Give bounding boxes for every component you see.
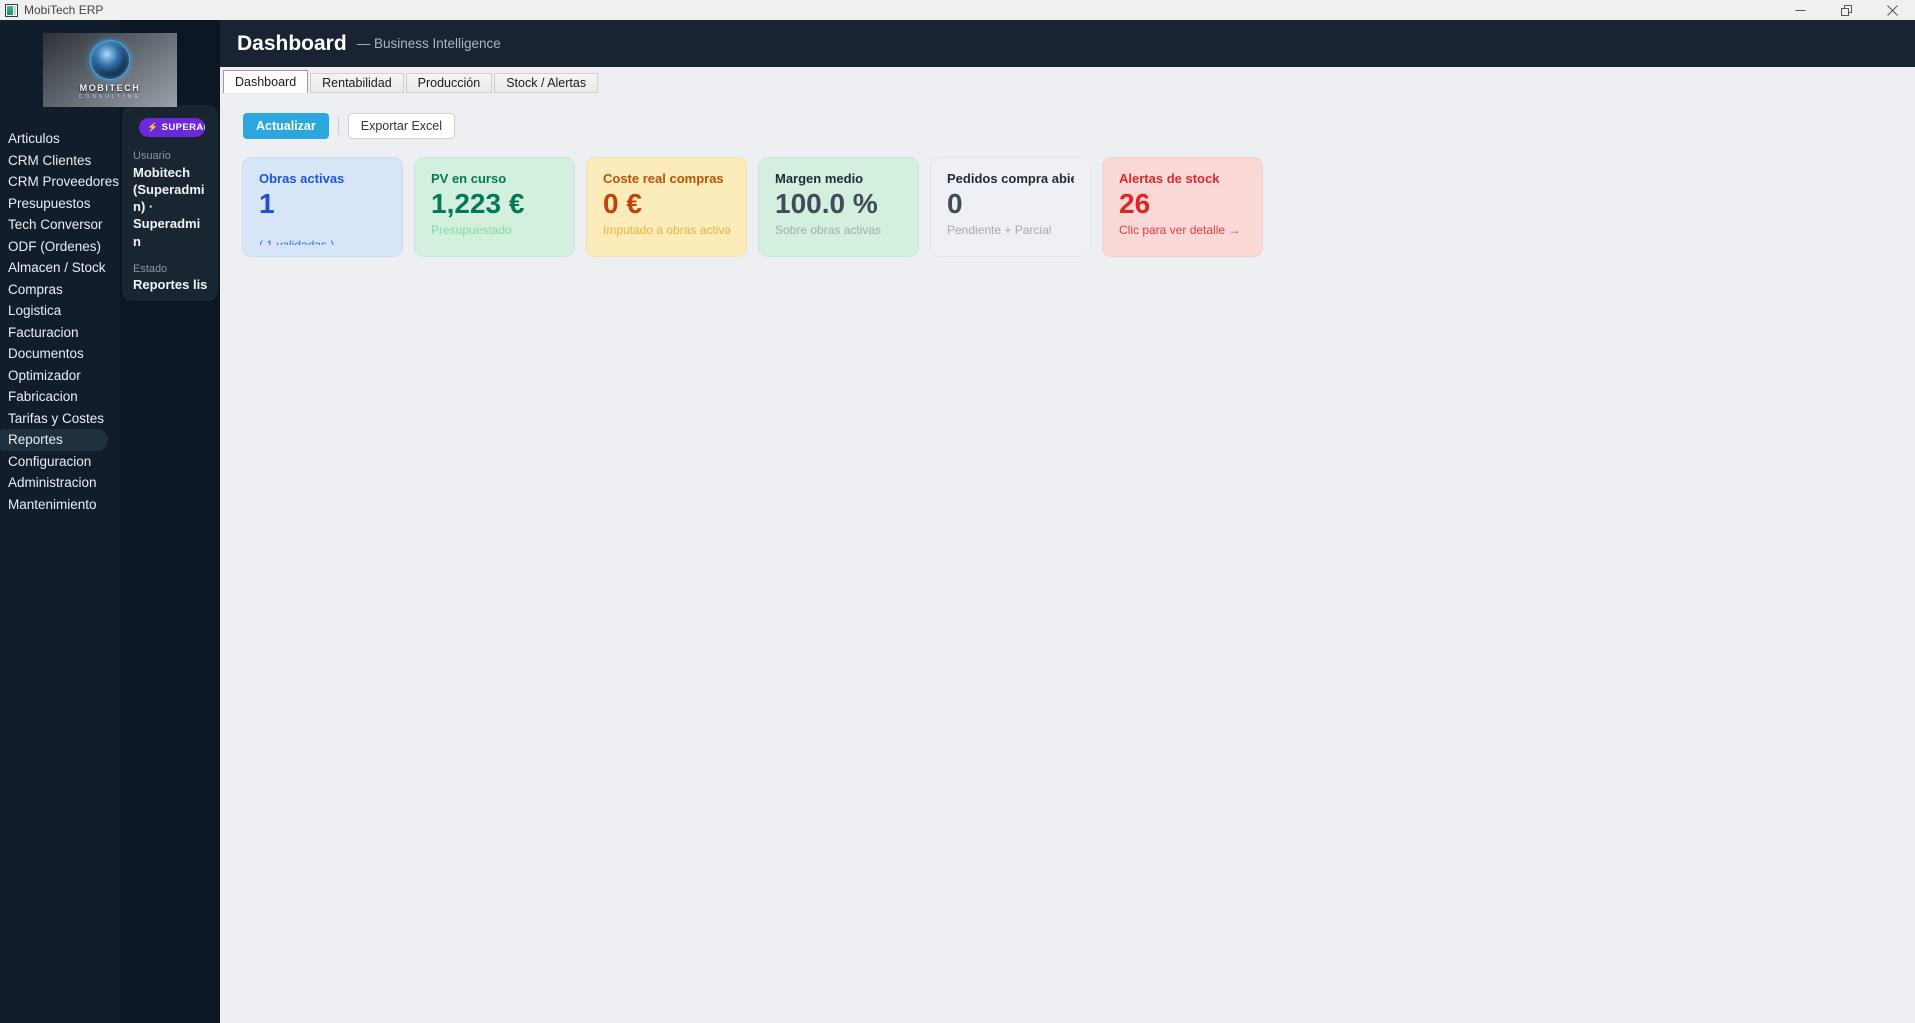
sidebar-item[interactable]: Administracion <box>0 472 120 494</box>
main-area: Dashboard — Business Intelligence Dashbo… <box>220 20 1915 1023</box>
refresh-button[interactable]: Actualizar <box>243 113 329 139</box>
kpi-card: Pedidos compra abiertos 0 Pendiente + Pa… <box>930 157 1091 257</box>
card-value: 0 <box>947 188 963 219</box>
kpi-cards: Obras activas 1 ( 1 validadas ) PV en cu… <box>242 157 1263 257</box>
sidebar-item[interactable]: Articulos <box>0 128 120 150</box>
card-title: Alertas de stock <box>1119 171 1220 186</box>
kpi-card: Coste real compras 0 € Imputado a obras … <box>586 157 747 257</box>
status-label: Estado <box>133 262 168 275</box>
card-title: Obras activas <box>259 171 345 186</box>
minimize-icon <box>1795 9 1805 11</box>
sidebar-item[interactable]: Tech Conversor <box>0 214 120 236</box>
app-window-icon <box>5 3 18 17</box>
card-value: 0 € <box>603 188 642 219</box>
tab[interactable]: Dashboard <box>223 70 309 93</box>
tab[interactable]: Rentabilidad <box>310 73 404 93</box>
status-value: Reportes listos <box>133 276 207 292</box>
card-title: Margen medio <box>775 171 864 186</box>
restore-icon <box>1840 4 1852 16</box>
kpi-card[interactable]: Alertas de stock 26 Clic para ver detall… <box>1102 157 1263 257</box>
kpi-card: PV en curso 1,223 € Presupuestado <box>414 157 575 257</box>
card-subtitle: ( 1 validadas ) <box>259 237 335 245</box>
sidebar-item[interactable]: Configuracion <box>0 451 120 473</box>
restore-button[interactable] <box>1823 0 1869 20</box>
card-subtitle: Clic para ver detalle → <box>1119 222 1241 237</box>
kpi-card: Obras activas 1 ( 1 validadas ) <box>242 157 403 257</box>
content-area: Dashboard Rentabilidad Producción Stock / A… <box>220 67 1915 1023</box>
sidebar-item[interactable]: CRM Clientes <box>0 150 120 172</box>
sidebar-item[interactable]: Tarifas y Costes <box>0 408 120 430</box>
tab[interactable]: Stock / Alertas <box>494 73 599 93</box>
sidebar-nav: Articulos CRM Clientes CRM Proveedores Pres… <box>0 128 120 515</box>
kpi-card: Margen medio 100.0 % Sobre obras activas <box>758 157 919 257</box>
sidebar-item[interactable]: ODF (Ordenes) <box>0 236 120 258</box>
user-label: Usuario <box>133 150 171 162</box>
sidebar-item[interactable]: Compras <box>0 279 120 301</box>
lightning-icon: ⚡ <box>147 122 159 132</box>
card-title: PV en curso <box>431 171 507 186</box>
window-controls <box>1777 0 1915 20</box>
card-subtitle: Pendiente + Parcial <box>947 222 1052 237</box>
card-subtitle: Sobre obras activas <box>775 222 882 237</box>
sidebar-item[interactable]: Almacen / Stock <box>0 257 120 279</box>
superadmin-badge-label: SUPERADMIN <box>161 122 205 133</box>
sidebar: MOBITECH CONSULTING Articulos CRM Cliente… <box>0 20 220 1023</box>
brand-logo: MOBITECH CONSULTING <box>43 33 177 107</box>
sidebar-item[interactable]: CRM Proveedores <box>0 171 120 193</box>
sidebar-item[interactable]: Presupuestos <box>0 193 120 215</box>
card-subtitle: Presupuestado <box>431 222 512 237</box>
card-value: 1 <box>259 188 275 219</box>
logo-brand-text: MOBITECH <box>79 83 141 93</box>
sidebar-item[interactable]: Logistica <box>0 300 120 322</box>
card-value: 26 <box>1119 188 1151 219</box>
page-title: Dashboard <box>237 31 347 55</box>
superadmin-badge: ⚡ SUPERADMIN <box>139 118 205 137</box>
close-button[interactable] <box>1869 0 1915 20</box>
logo-sub-text: CONSULTING <box>78 94 142 100</box>
card-title: Coste real compras <box>603 171 724 186</box>
minimize-button[interactable] <box>1777 0 1823 20</box>
card-title: Pedidos compra abiertos <box>947 171 1074 186</box>
sidebar-item[interactable]: Facturacion <box>0 322 120 344</box>
user-name: Mobitech (Superadmin) · Superadmin <box>133 165 205 249</box>
toolbar-divider <box>337 117 339 135</box>
card-value: 100.0 % <box>775 188 878 219</box>
toolbar: Actualizar Exportar Excel <box>243 113 456 139</box>
logo-emblem-icon <box>90 40 130 80</box>
sidebar-item[interactable]: Optimizador <box>0 365 120 387</box>
export-excel-button[interactable]: Exportar Excel <box>347 113 456 139</box>
page-subtitle: — Business Intelligence <box>356 36 501 51</box>
tab-bar: Dashboard Rentabilidad Producción Stock / A… <box>223 70 599 93</box>
sidebar-item[interactable]: Fabricacion <box>0 386 120 408</box>
page-header: Dashboard — Business Intelligence <box>220 20 1915 67</box>
sidebar-item[interactable]: Reportes <box>0 429 108 451</box>
card-value: 1,223 € <box>431 188 525 219</box>
sidebar-item[interactable]: Mantenimiento <box>0 494 120 516</box>
tab[interactable]: Producción <box>405 73 493 93</box>
titlebar[interactable]: MobiTech ERP <box>0 0 1915 20</box>
window-title: MobiTech ERP <box>24 3 104 17</box>
close-icon <box>1886 4 1898 16</box>
card-subtitle: Imputado a obras activas <box>603 222 730 237</box>
user-panel: ⚡ SUPERADMIN Usuario Mobitech (Superadmi… <box>122 105 218 301</box>
sidebar-item[interactable]: Documentos <box>0 343 120 365</box>
